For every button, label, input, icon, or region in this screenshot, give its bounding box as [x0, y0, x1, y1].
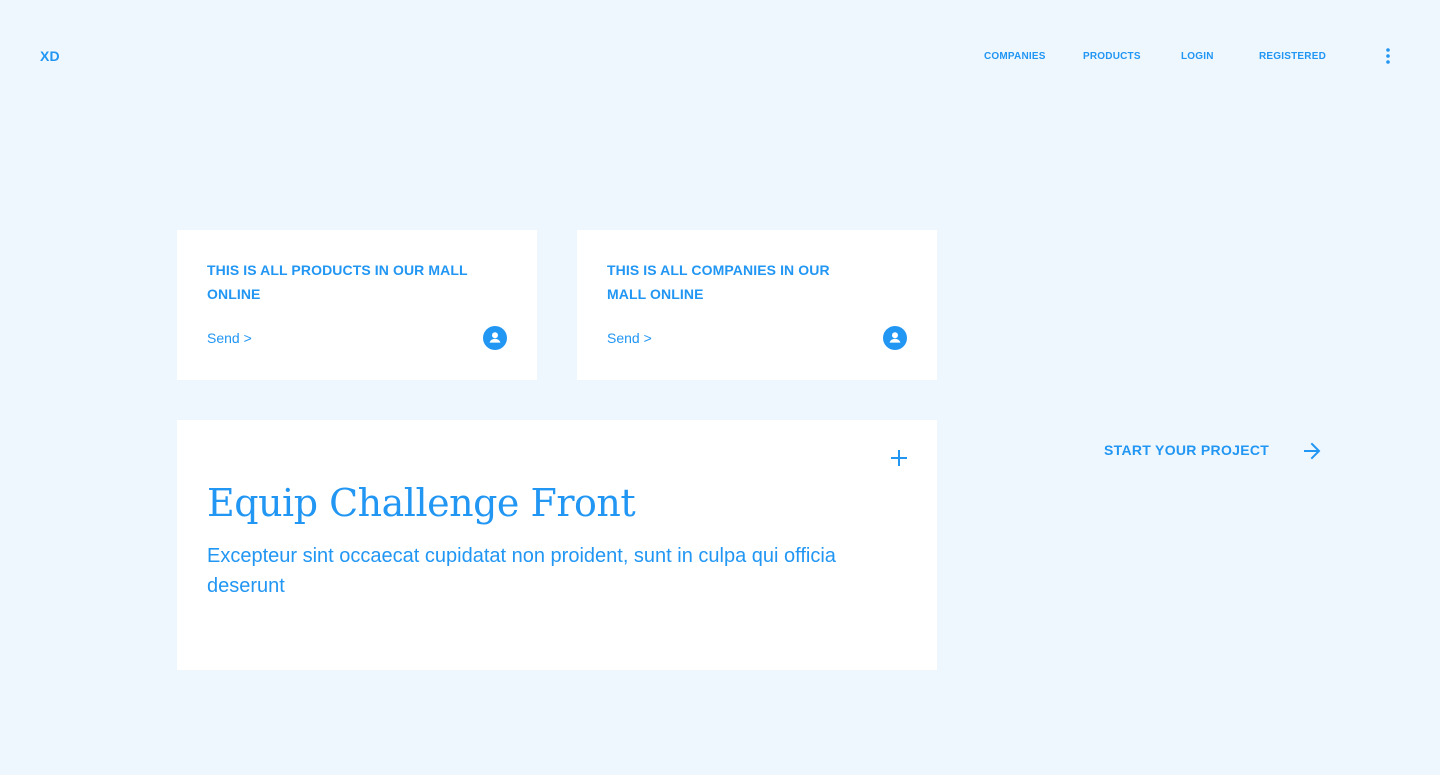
companies-card-title: THIS IS ALL COMPANIES IN OUR MALL ONLINE	[607, 262, 830, 302]
arrow-right-icon	[1302, 441, 1322, 461]
top-nav: COMPANIES PRODUCTS LOGIN REGISTERED	[0, 51, 1440, 63]
nav-login[interactable]: LOGIN	[1181, 51, 1214, 63]
feature-description: Excepteur sint occaecat cupidatat non pr…	[207, 545, 836, 597]
nav-products[interactable]: PRODUCTS	[1083, 51, 1141, 63]
companies-card: THIS IS ALL COMPANIES IN OUR MALL ONLINE…	[577, 230, 937, 380]
user-icon[interactable]	[483, 326, 507, 350]
products-card: THIS IS ALL PRODUCTS IN OUR MALL ONLINE …	[177, 230, 537, 380]
companies-send-link[interactable]: Send >	[607, 330, 652, 346]
products-card-title: THIS IS ALL PRODUCTS IN OUR MALL ONLINE	[207, 262, 468, 302]
more-vertical-icon[interactable]	[1380, 46, 1396, 66]
nav-companies[interactable]: COMPANIES	[984, 51, 1046, 63]
page: XD COMPANIES PRODUCTS LOGIN REGISTERED T…	[0, 0, 1440, 775]
nav-registered[interactable]: REGISTERED	[1259, 51, 1326, 63]
user-icon[interactable]	[883, 326, 907, 350]
plus-icon[interactable]	[889, 448, 909, 468]
start-project-label: START YOUR PROJECT	[1104, 442, 1270, 458]
feature-title: Equip Challenge Front	[207, 481, 636, 525]
start-project-button[interactable]: START YOUR PROJECT	[1104, 440, 1324, 462]
products-send-link[interactable]: Send >	[207, 330, 252, 346]
feature-card: Equip Challenge Front Excepteur sint occ…	[177, 420, 937, 670]
